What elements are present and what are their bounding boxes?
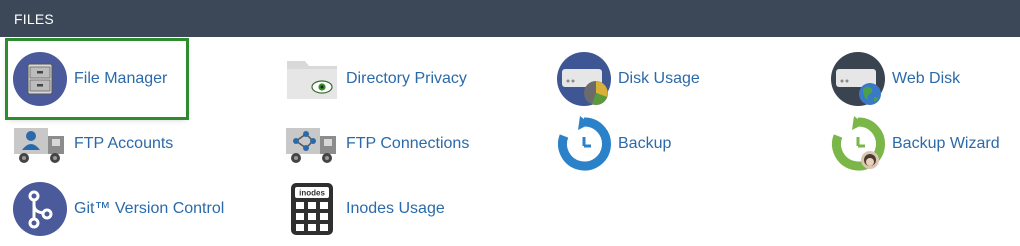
git-version-control-label: Git™ Version Control — [74, 200, 225, 217]
file-manager-icon — [12, 51, 68, 107]
ftp-connections-icon — [284, 116, 340, 172]
ftp-accounts-link[interactable]: FTP Accounts — [12, 116, 173, 172]
ftp-connections-label: FTP Connections — [346, 135, 470, 152]
section-header: FILES — [0, 0, 1020, 37]
ftp-accounts-icon — [12, 116, 68, 172]
disk-usage-link[interactable]: Disk Usage — [556, 51, 700, 107]
directory-privacy-icon — [284, 51, 340, 107]
file-manager-label: File Manager — [74, 70, 168, 87]
files-panel: FILES File Manager Directory Privacy Dis… — [0, 0, 1020, 246]
ftp-connections-link[interactable]: FTP Connections — [284, 116, 469, 172]
backup-icon — [556, 116, 612, 172]
directory-privacy-label: Directory Privacy — [346, 70, 467, 87]
git-version-control-icon — [12, 181, 68, 237]
disk-usage-label: Disk Usage — [618, 70, 700, 87]
inodes-usage-label: Inodes Usage — [346, 200, 445, 217]
git-version-control-link[interactable]: Git™ Version Control — [12, 181, 224, 237]
inodes-usage-link[interactable]: inodes Inodes Usage — [284, 181, 445, 237]
file-manager-link[interactable]: File Manager — [5, 38, 189, 120]
backup-wizard-icon — [830, 116, 886, 172]
backup-wizard-link[interactable]: Backup Wizard — [830, 116, 1000, 172]
web-disk-icon — [830, 51, 886, 107]
backup-wizard-label: Backup Wizard — [892, 135, 1000, 152]
web-disk-link[interactable]: Web Disk — [830, 51, 960, 107]
ftp-accounts-label: FTP Accounts — [74, 135, 174, 152]
web-disk-label: Web Disk — [892, 70, 961, 87]
disk-usage-icon — [556, 51, 612, 107]
section-title: FILES — [14, 10, 54, 27]
inodes-usage-icon: inodes — [284, 181, 340, 237]
backup-label: Backup — [618, 135, 672, 152]
directory-privacy-link[interactable]: Directory Privacy — [284, 51, 467, 107]
backup-link[interactable]: Backup — [556, 116, 671, 172]
inodes-icon-text: inodes — [299, 189, 325, 198]
